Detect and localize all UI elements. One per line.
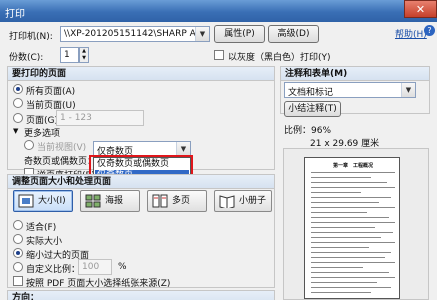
chevron-down-icon: ▼	[401, 83, 415, 97]
printer-label: 打印机(N):	[9, 32, 53, 42]
pages-range-value: 1 - 123	[60, 113, 92, 123]
copies-stepper[interactable]: ▲ ▼	[79, 47, 89, 63]
current-view-label: 当前视图(V)	[37, 143, 87, 153]
pages-range-input[interactable]: 1 - 123	[56, 110, 144, 126]
copies-label: 份数(C):	[9, 53, 44, 63]
preview-page: 第一章 工程概况	[304, 157, 400, 299]
percent-label: %	[118, 262, 127, 272]
current-page-radio[interactable]	[13, 98, 23, 108]
orientation-group: 方向：	[7, 290, 275, 300]
custom-scale-input[interactable]: 100	[78, 259, 112, 275]
comments-forms-select[interactable]: 文档和标记 ▼	[284, 82, 416, 98]
pages-label: 页面(G)	[26, 116, 58, 126]
booklet-icon	[219, 195, 235, 208]
multiple-button-label: 多页	[172, 196, 191, 206]
help-icon[interactable]: ?	[424, 25, 435, 36]
preview-heading: 第一章 工程概况	[333, 163, 374, 169]
copies-value: 1	[64, 50, 70, 60]
page-sizing-header: 调整页面大小和处理页面	[8, 175, 274, 189]
pages-to-print-header: 要打印的页面	[8, 67, 274, 81]
summarize-comments-button[interactable]: 小结注释(T)	[284, 101, 341, 117]
shrink-radio[interactable]	[13, 248, 23, 258]
current-view-radio[interactable]	[24, 140, 34, 150]
poster-icon	[85, 194, 101, 208]
comments-forms-header: 注释和表单(M)	[281, 67, 429, 81]
multiple-button[interactable]: 多页	[147, 190, 207, 212]
size-button-label: 大小(I)	[38, 196, 66, 206]
pdf-paper-source-checkbox[interactable]	[13, 276, 23, 286]
help-link[interactable]: 帮助(H)	[395, 27, 427, 40]
close-button[interactable]: ✕	[404, 0, 437, 18]
actual-size-radio[interactable]	[13, 234, 23, 244]
chevron-down-icon: ▼	[176, 142, 190, 156]
custom-scale-radio[interactable]	[13, 262, 23, 272]
chevron-down-icon: ▼	[195, 27, 209, 41]
preview-area: 第一章 工程概况	[283, 148, 429, 300]
title-bar: 打印 ✕	[0, 0, 437, 22]
fit-label: 适合(F)	[26, 223, 57, 233]
grayscale-checkbox[interactable]	[214, 50, 224, 60]
more-options-label[interactable]: 更多选项	[24, 126, 60, 139]
multiple-pages-icon	[152, 194, 168, 208]
print-dialog: 打印机(N): \\XP-201205151142\SHARP AR-1808S…	[0, 22, 437, 300]
collapse-arrow-icon[interactable]: ▼	[13, 127, 18, 135]
size-button[interactable]: 大小(I)	[13, 190, 73, 212]
custom-scale-value: 100	[82, 262, 100, 272]
window-title: 打印	[5, 9, 25, 20]
close-icon: ✕	[415, 3, 426, 16]
printer-value: \\XP-201205151142\SHARP AR-1808S	[64, 29, 209, 39]
fit-radio[interactable]	[13, 220, 23, 230]
comments-forms-value: 文档和标记	[288, 88, 334, 98]
actual-size-label: 实际大小	[26, 237, 63, 247]
all-pages-label: 所有页面(A)	[26, 87, 76, 97]
printer-select[interactable]: \\XP-201205151142\SHARP AR-1808S ▼	[60, 26, 210, 42]
size-icon	[18, 194, 34, 208]
odd-even-label: 奇数页或偶数页：	[24, 157, 97, 167]
booklet-button[interactable]: 小册子	[214, 190, 272, 212]
all-pages-radio[interactable]	[13, 84, 23, 94]
booklet-button-label: 小册子	[239, 196, 267, 206]
grayscale-label: 以灰度（黑白色）打印(Y)	[228, 53, 331, 63]
poster-button-label: 海报	[105, 196, 124, 206]
custom-scale-label: 自定义比例：	[26, 265, 81, 275]
preview-scale: 比例：96%	[284, 126, 332, 136]
copies-input[interactable]: 1	[60, 47, 79, 63]
properties-button[interactable]: 属性(P)	[214, 25, 265, 43]
advanced-button[interactable]: 高级(D)	[268, 25, 319, 43]
orientation-header: 方向：	[8, 291, 274, 300]
poster-button[interactable]: 海报	[80, 190, 140, 212]
pages-radio[interactable]	[13, 113, 23, 123]
pdf-paper-source-label: 按照 PDF 页面大小选择纸张来源(Z)	[26, 279, 171, 289]
